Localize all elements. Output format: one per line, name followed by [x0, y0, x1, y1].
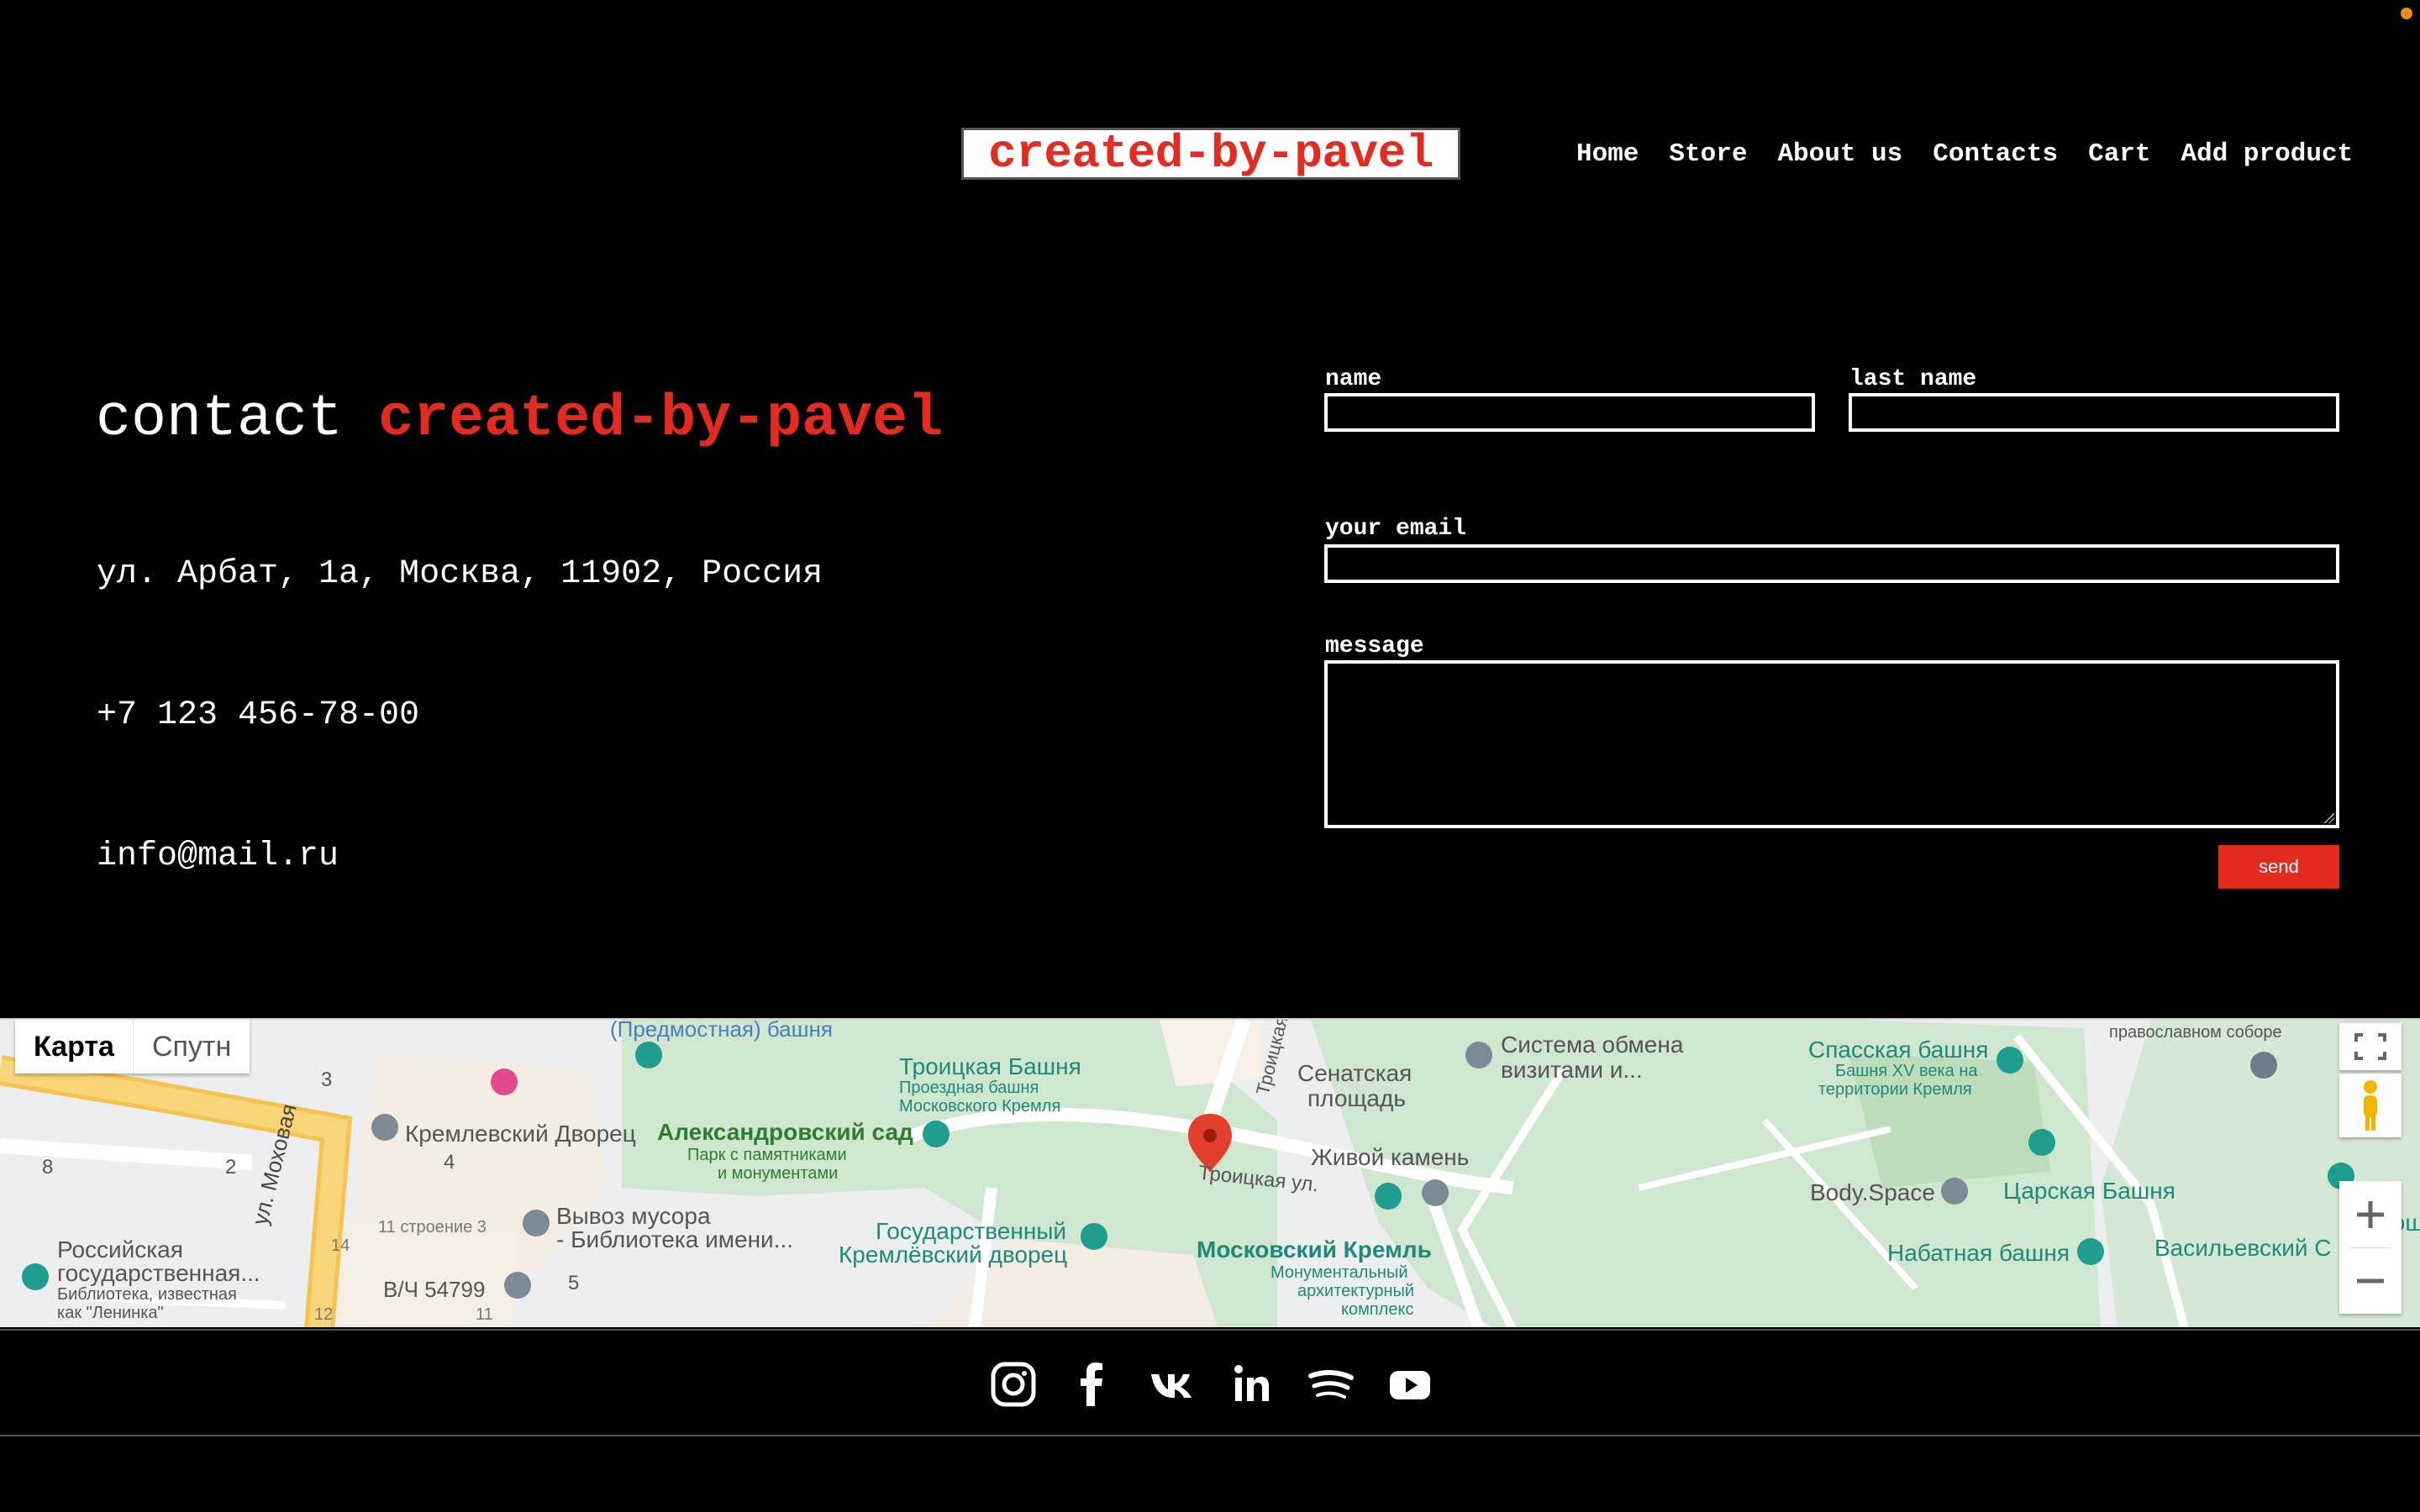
nav-add-product[interactable]: Add product	[2181, 138, 2354, 171]
map-type-satellite-button[interactable]: Спутн	[132, 1020, 250, 1074]
youtube-icon	[1390, 1371, 1430, 1399]
nav-cart[interactable]: Cart	[2088, 138, 2150, 171]
map-label-mk-sub3: комплекс	[1341, 1300, 1414, 1319]
map-label-sistema1: Система обмена	[1501, 1032, 1684, 1058]
map-label-ross-sub2: как "Ленинка"	[57, 1304, 164, 1322]
street-view-pegman[interactable]	[2339, 1074, 2402, 1137]
map-label-sistema2: визитами и...	[1501, 1057, 1643, 1083]
map-label-mk-sub1: Монументальный	[1270, 1263, 1408, 1282]
map-label-n4: 4	[444, 1151, 455, 1173]
facebook-icon	[1081, 1362, 1102, 1406]
spotify-icon	[1308, 1370, 1354, 1399]
email-label: your email	[1325, 516, 1467, 542]
map-label-senatskaya1: Сенатская	[1297, 1060, 1413, 1086]
map-label-spasskaya-sub1: Башня XV века на	[1835, 1062, 1978, 1080]
zoom-out-button[interactable]	[2339, 1247, 2402, 1314]
map-label-gos2: Кремлёвский дворец	[839, 1242, 1068, 1268]
map-label-troitskaya-sub1: Проездная башня	[899, 1079, 1039, 1097]
last-name-input[interactable]	[1849, 393, 2339, 432]
linkedin-link[interactable]	[1228, 1361, 1276, 1408]
map-label-n2: 2	[225, 1156, 237, 1179]
map-label-aleks-sub2: и монументами	[718, 1164, 839, 1183]
footer	[0, 1329, 2420, 1436]
minus-icon	[2357, 1278, 2384, 1284]
map-label-moskovsky-kreml: Московский Кремль	[1197, 1236, 1432, 1263]
contact-email: info@mail.ru	[97, 837, 339, 875]
map-label-aleks-sub1: Парк с памятниками	[687, 1146, 847, 1164]
map-label-troitskaya-sub2: Московского Кремля	[899, 1097, 1061, 1116]
contact-address: ул. Арбат, 1а, Москва, 11902, Россия	[97, 555, 823, 593]
recording-indicator	[2401, 8, 2412, 19]
map-label-n14: 14	[331, 1236, 350, 1255]
main-nav: Home Store About us Contacts Cart Add pr…	[1576, 138, 2353, 171]
site-logo[interactable]: created-by-pavel	[961, 128, 1460, 180]
contact-title-brand: created-by-pavel	[378, 386, 944, 453]
send-button[interactable]: send	[2218, 845, 2339, 889]
map-label-spasskaya-sub2: территории Кремля	[1818, 1080, 1972, 1099]
map-label-nabatnaya: Набатная башня	[1887, 1240, 2070, 1266]
map-label-predmostnaya: (Предмостная) башня	[610, 1018, 833, 1042]
map-label-senatskaya2: площадь	[1307, 1085, 1406, 1111]
map[interactable]: (Предмостная) башня Троицкая Башня Проез…	[0, 1018, 2420, 1327]
map-label-n3: 3	[321, 1068, 333, 1091]
map-label-spasskaya: Спасская башня	[1808, 1037, 1989, 1063]
map-label-vch: В/Ч 54799	[383, 1277, 486, 1302]
message-label: message	[1325, 633, 1424, 659]
map-label-ross-sub1: Библиотека, известная	[57, 1285, 237, 1304]
vk-icon	[1151, 1374, 1192, 1398]
map-label-n5: 5	[568, 1272, 580, 1294]
zoom-control	[2339, 1181, 2402, 1314]
map-label-kremlevsky-dvorets: Кремлевский Дворец	[405, 1121, 636, 1147]
message-textarea[interactable]	[1324, 660, 2339, 828]
map-label-n11: 11	[476, 1305, 493, 1324]
name-input[interactable]	[1324, 393, 1815, 432]
resize-handle[interactable]	[2323, 811, 2334, 823]
map-type-map-button[interactable]: Карта	[15, 1020, 133, 1074]
map-label-tsarskaya: Царская Башня	[2003, 1178, 2175, 1204]
nav-store[interactable]: Store	[1669, 138, 1747, 171]
map-label-aleksandrovsky: Александровский сад	[657, 1119, 913, 1145]
facebook-link[interactable]	[1069, 1361, 1116, 1408]
last-name-label: last name	[1849, 366, 1977, 392]
map-label-vasilievsky: Васильевский С	[2154, 1235, 2332, 1261]
map-label-n12: 12	[314, 1305, 334, 1324]
vk-link[interactable]	[1150, 1361, 1197, 1408]
map-label-body-space: Body.Space	[1810, 1179, 1935, 1205]
nav-about-us[interactable]: About us	[1777, 138, 1902, 171]
map-label-pravoslav: православном соборе	[2109, 1023, 2282, 1042]
map-label-zhivoy-kamen: Живой камень	[1311, 1144, 1470, 1170]
zoom-in-button[interactable]	[2339, 1181, 2402, 1247]
spotify-link[interactable]	[1307, 1361, 1355, 1408]
map-type-control: Карта Спутн	[15, 1020, 250, 1074]
map-label-troitskaya-bashnya: Троицкая Башня	[899, 1053, 1081, 1079]
linkedin-icon	[1234, 1365, 1269, 1401]
youtube-link[interactable]	[1386, 1361, 1434, 1408]
map-label-stroenie: 11 строение 3	[378, 1218, 487, 1236]
fullscreen-icon	[2354, 1033, 2386, 1060]
email-input[interactable]	[1324, 544, 2339, 583]
plus-icon	[2357, 1201, 2384, 1228]
map-label-rossiyskaya2: государственная...	[57, 1260, 260, 1286]
pegman-icon	[2364, 1080, 2377, 1131]
nav-contacts[interactable]: Contacts	[1933, 138, 2058, 171]
map-label-n8: 8	[42, 1156, 54, 1179]
map-label-mk-sub2: архитектурный	[1297, 1282, 1415, 1300]
nav-home[interactable]: Home	[1576, 138, 1639, 171]
map-label-vyvoz2: - Библиотека имени...	[556, 1226, 794, 1252]
contact-title: contact created-by-pavel	[96, 386, 943, 454]
contact-title-prefix: contact	[96, 386, 344, 453]
instagram-link[interactable]	[990, 1361, 1037, 1408]
fullscreen-button[interactable]	[2339, 1023, 2402, 1070]
instagram-icon	[991, 1362, 1036, 1407]
name-label: name	[1325, 366, 1382, 392]
contact-phone: +7 123 456-78-00	[97, 696, 420, 734]
